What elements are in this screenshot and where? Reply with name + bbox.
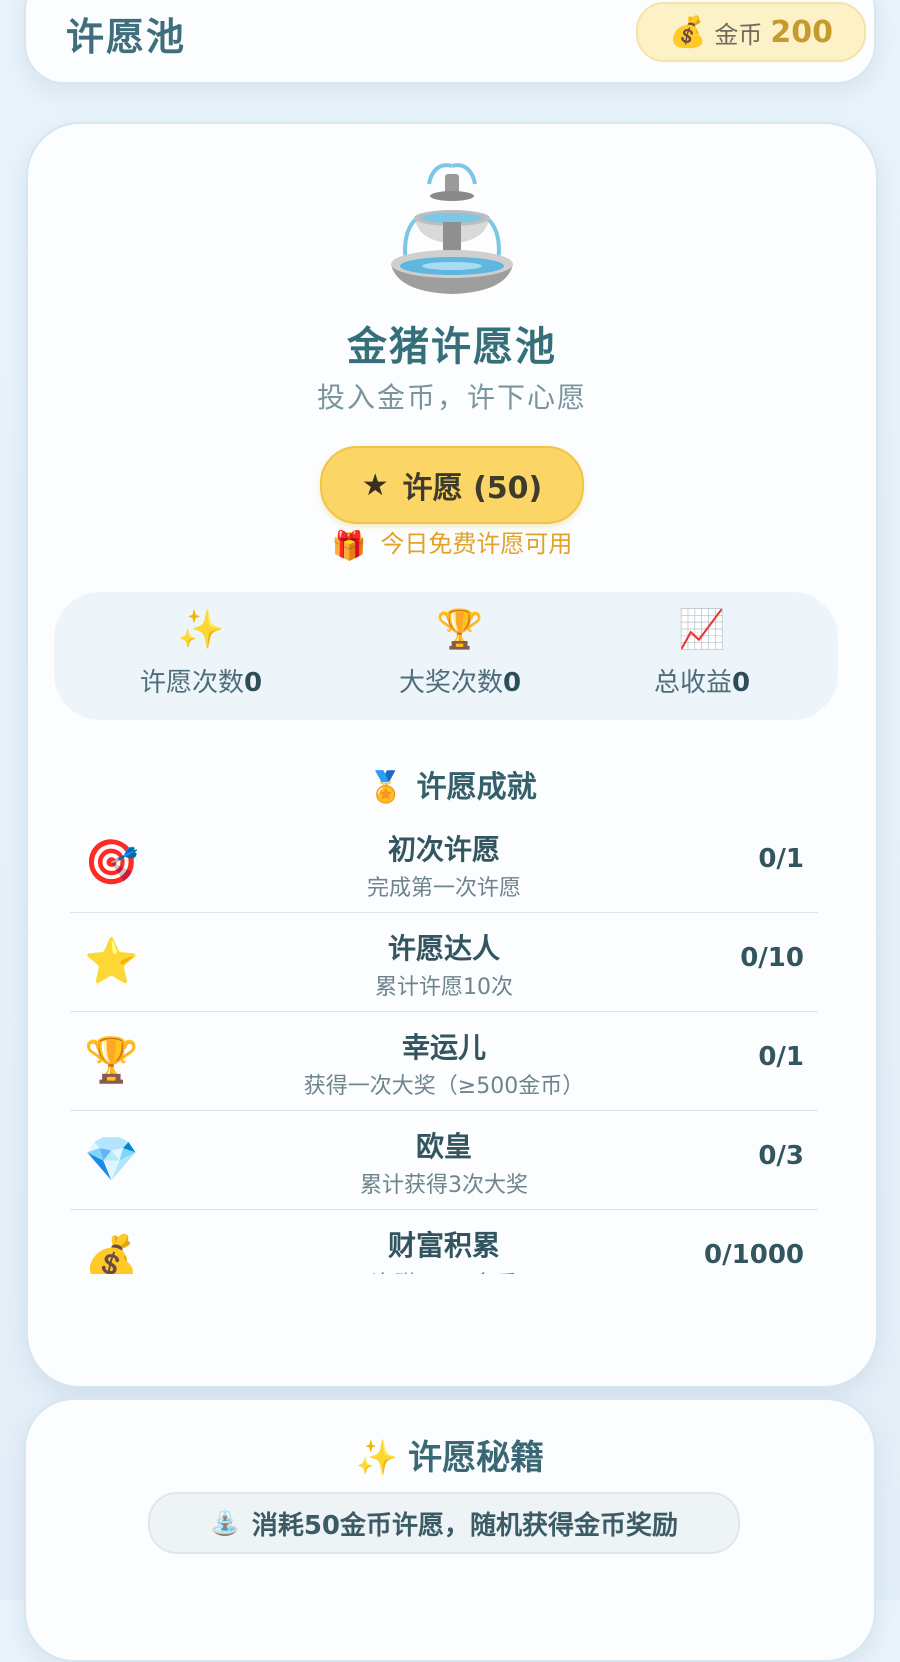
achievement-progress: 0/10 xyxy=(740,943,804,973)
achievement-progress: 0/1 xyxy=(758,844,804,874)
achievement-name: 欧皇 xyxy=(415,1130,472,1163)
achievement-row: 🎯 初次许愿 完成第一次许愿 0/1 xyxy=(70,814,818,913)
achievement-desc: 累计许愿10次 xyxy=(375,975,513,1000)
stat-label: 总收益 xyxy=(653,668,732,698)
tip-text: 消耗50金币许愿，随机获得金币奖励 xyxy=(251,1510,679,1541)
pool-subtitle: 投入金币，许下心愿 xyxy=(316,381,587,414)
achievement-progress: 0/1 xyxy=(758,1042,804,1072)
free-wish-text: 今日免费许愿可用 xyxy=(380,530,573,558)
achievement-row: 💰 财富积累 净赚1000金币 0/1000 xyxy=(70,1210,818,1274)
achievement-name: 幸运儿 xyxy=(401,1031,486,1064)
gift-icon: 🎁 xyxy=(331,529,367,562)
tips-title-text: 许愿秘籍 xyxy=(408,1438,545,1478)
stats-panel: ✨ 许愿次数0 🏆 大奖次数0 📈 总收益0 xyxy=(54,592,838,720)
achievement-name: 初次许愿 xyxy=(387,833,500,866)
free-wish-note: 🎁 今日免费许愿可用 xyxy=(28,524,876,562)
fountain-icon xyxy=(391,163,513,294)
chart-up-icon: 📈 xyxy=(678,607,726,651)
tips-card: ✨ 许愿秘籍 ⛲ 消耗50金币许愿，随机获得金币奖励 xyxy=(24,1398,876,1662)
coin-label: 金币 xyxy=(714,20,763,49)
wish-button[interactable]: ★ 许愿 (50) xyxy=(320,446,584,524)
achievement-progress: 0/3 xyxy=(758,1141,804,1171)
tip-pill: ⛲ 消耗50金币许愿，随机获得金币奖励 xyxy=(148,1492,740,1554)
tips-title: ✨ 许愿秘籍 xyxy=(26,1430,874,1479)
medal-icon: 🏅 xyxy=(367,770,405,805)
achievement-desc: 获得一次大奖（≥500金币） xyxy=(303,1074,585,1099)
stat-value: 0 xyxy=(731,668,751,698)
star-icon: ★ xyxy=(361,467,389,503)
achievements-list[interactable]: 🎯 初次许愿 完成第一次许愿 0/1 ⭐ 许愿达人 累计许愿10次 0/10 🏆… xyxy=(70,814,818,1274)
achievement-row: 💎 欧皇 累计获得3次大奖 0/3 xyxy=(70,1111,818,1210)
header-card: 许愿池 💰 金币 200 xyxy=(24,0,876,84)
stat-jackpot-count: 🏆 大奖次数0 xyxy=(360,608,560,699)
trophy-icon: 🏆 xyxy=(436,607,484,651)
stat-value: 0 xyxy=(502,668,522,698)
sparkles-icon: ✨ xyxy=(177,607,225,651)
fountain-icon: ⛲ xyxy=(209,1509,240,1537)
achievement-row: ⭐ 许愿达人 累计许愿10次 0/10 xyxy=(70,913,818,1012)
achievement-row: 🏆 幸运儿 获得一次大奖（≥500金币） 0/1 xyxy=(70,1012,818,1111)
achievement-desc: 完成第一次许愿 xyxy=(366,876,521,901)
achievements-title: 🏅 许愿成就 xyxy=(28,762,876,806)
coin-balance: 💰 金币 200 xyxy=(636,2,866,62)
achievements-title-text: 许愿成就 xyxy=(416,770,537,805)
money-bag-icon: 💰 xyxy=(669,14,707,50)
stat-wish-count: ✨ 许愿次数0 xyxy=(101,608,301,699)
wish-button-label: 许愿 (50) xyxy=(402,471,543,506)
achievement-progress: 0/1000 xyxy=(704,1240,804,1270)
coin-value: 200 xyxy=(770,14,833,50)
pool-title: 金猪许愿池 xyxy=(347,324,557,370)
stat-value: 0 xyxy=(243,668,263,698)
stat-total-earnings: 📈 总收益0 xyxy=(602,608,802,699)
stat-label: 许愿次数 xyxy=(139,668,244,698)
wishing-pool-card: 金猪许愿池 投入金币，许下心愿 ★ 许愿 (50) 🎁 今日免费许愿可用 ✨ 许愿… xyxy=(26,122,878,1388)
achievement-name: 许愿达人 xyxy=(387,932,500,965)
sparkles-icon: ✨ xyxy=(355,1438,399,1478)
achievement-desc: 累计获得3次大奖 xyxy=(360,1173,528,1198)
page-title: 许愿池 xyxy=(66,15,187,59)
stat-label: 大奖次数 xyxy=(398,668,503,698)
